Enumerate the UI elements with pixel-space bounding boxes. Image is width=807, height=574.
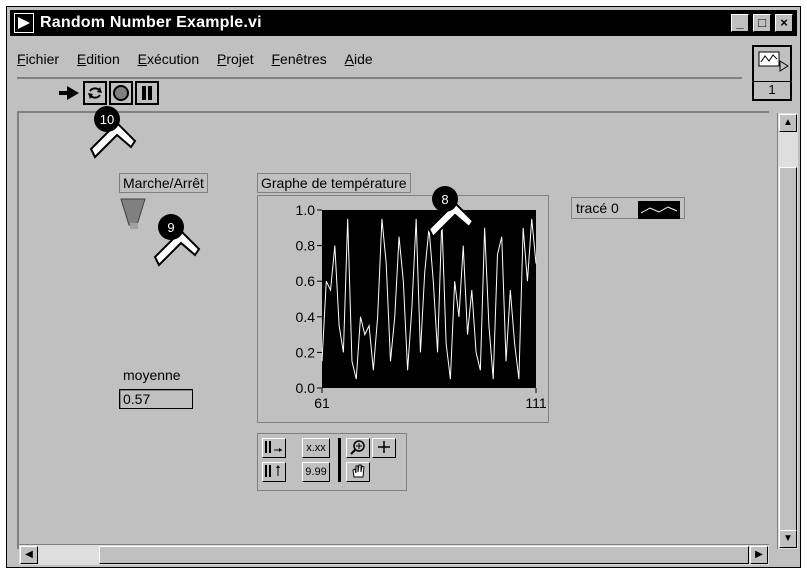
y-tick-label: 0.6 <box>296 273 316 289</box>
y-scale-lock-icon[interactable] <box>262 462 286 482</box>
legend-swatch-icon <box>638 201 680 219</box>
front-panel: Marche/Arrêt moyenne 0.57 Graphe de temp… <box>17 106 769 549</box>
palette-divider <box>338 438 341 482</box>
menu-fichier[interactable]: Fichier <box>17 51 59 67</box>
menu-edition[interactable]: Edition <box>77 51 120 67</box>
graph-label: Graphe de température <box>257 173 411 193</box>
plot-legend[interactable]: tracé 0 <box>571 197 685 219</box>
vertical-scrollbar[interactable]: ▲ ▼ <box>777 113 798 549</box>
menu-aide[interactable]: Aide <box>345 51 373 67</box>
average-label: moyenne <box>123 367 181 383</box>
run-arrow-icon[interactable] <box>57 81 83 105</box>
minimize-button[interactable]: _ <box>731 14 749 32</box>
title-bar: Random Number Example.vi _ □ × <box>10 10 797 36</box>
scroll-up-icon[interactable]: ▲ <box>779 114 797 132</box>
cursor-crosshair-icon[interactable] <box>372 438 396 458</box>
switch-label: Marche/Arrêt <box>119 173 208 193</box>
menu-divider <box>17 77 742 79</box>
window-title: Random Number Example.vi <box>40 14 262 31</box>
x-scale-lock-icon[interactable] <box>262 438 286 458</box>
horizontal-scrollbar[interactable]: ◀ ▶ <box>19 544 769 565</box>
callout-9: 9 <box>145 213 205 274</box>
scroll-left-icon[interactable]: ◀ <box>20 546 38 564</box>
menu-fenetres[interactable]: Fenêtres <box>271 51 326 67</box>
graph-palette: x.xx 9.99 <box>257 433 407 491</box>
maximize-button[interactable]: □ <box>753 14 771 32</box>
y-format-icon[interactable]: 9.99 <box>302 462 330 482</box>
y-tick-label: 0.2 <box>296 344 316 360</box>
svg-text:10: 10 <box>100 112 114 127</box>
pause-icon[interactable] <box>135 81 159 105</box>
abort-icon[interactable] <box>109 81 133 105</box>
x-tick-label: 61 <box>314 395 330 411</box>
svg-text:8: 8 <box>441 192 448 207</box>
close-button[interactable]: × <box>775 14 793 32</box>
svg-text:9: 9 <box>167 220 174 235</box>
y-tick-label: 0.4 <box>296 309 316 325</box>
vi-connector-icon[interactable]: 1 <box>752 45 792 101</box>
zoom-icon[interactable] <box>346 438 370 458</box>
callout-10: 10 <box>81 105 141 166</box>
temperature-graph: 1.0 0.8 0.6 0.4 0.2 0.0 61 111 <box>257 195 549 423</box>
y-tick-label: 0.0 <box>296 380 316 396</box>
x-tick-label: 111 <box>525 395 546 411</box>
vi-window-icon <box>14 13 34 33</box>
average-indicator: 0.57 <box>119 389 193 409</box>
menu-bar: Fichier Edition Exécution Projet Fenêtre… <box>17 51 387 73</box>
horizontal-scroll-thumb[interactable] <box>99 546 749 564</box>
vi-icon-label: 1 <box>754 81 790 97</box>
vertical-scroll-thumb[interactable] <box>779 167 797 535</box>
scroll-right-icon[interactable]: ▶ <box>750 546 768 564</box>
menu-projet[interactable]: Projet <box>217 51 254 67</box>
labview-window: Random Number Example.vi _ □ × Fichier E… <box>6 6 801 568</box>
y-tick-label: 1.0 <box>296 202 316 218</box>
y-tick-label: 0.8 <box>296 238 316 254</box>
pan-hand-icon[interactable] <box>346 462 370 482</box>
scroll-down-icon[interactable]: ▼ <box>779 530 797 548</box>
temperature-chart: 1.0 0.8 0.6 0.4 0.2 0.061 111 <box>296 202 547 411</box>
x-format-icon[interactable]: x.xx <box>302 438 330 458</box>
callout-8: 8 <box>419 185 479 246</box>
run-continuously-icon[interactable] <box>83 81 107 105</box>
menu-execution[interactable]: Exécution <box>138 51 200 67</box>
legend-label: tracé 0 <box>576 200 619 216</box>
